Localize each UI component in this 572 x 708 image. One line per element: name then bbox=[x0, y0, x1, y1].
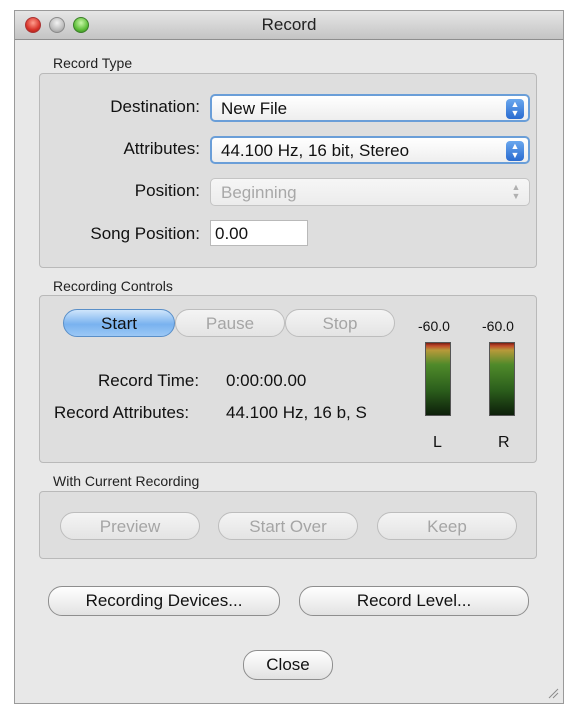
right-channel-label: R bbox=[498, 434, 510, 451]
select-arrows-icon: ▲ ▼ bbox=[506, 99, 524, 119]
record-attributes-value: 44.100 Hz, 16 b, S bbox=[226, 403, 367, 422]
current-recording-group: Preview Start Over Keep bbox=[39, 491, 537, 559]
position-select[interactable]: Beginning ▲ ▼ bbox=[210, 178, 530, 206]
destination-select[interactable]: New File ▲ ▼ bbox=[210, 94, 530, 122]
select-arrows-icon: ▲ ▼ bbox=[506, 141, 524, 161]
attributes-select[interactable]: 44.100 Hz, 16 bit, Stereo ▲ ▼ bbox=[210, 136, 530, 164]
left-level-meter bbox=[425, 342, 451, 416]
preview-button[interactable]: Preview bbox=[60, 512, 200, 540]
record-time-value: 0:00:00.00 bbox=[226, 371, 307, 390]
start-over-button[interactable]: Start Over bbox=[218, 512, 358, 540]
stop-button[interactable]: Stop bbox=[285, 309, 395, 337]
record-type-label: Record Type bbox=[53, 55, 133, 71]
keep-button[interactable]: Keep bbox=[377, 512, 517, 540]
destination-label: Destination: bbox=[110, 97, 200, 116]
left-meter-value: -60.0 bbox=[418, 318, 450, 334]
position-label: Position: bbox=[134, 181, 200, 200]
title-bar[interactable]: Record bbox=[15, 11, 563, 40]
right-meter-value: -60.0 bbox=[482, 318, 514, 334]
song-position-label: Song Position: bbox=[90, 224, 200, 243]
pause-button[interactable]: Pause bbox=[175, 309, 285, 337]
attributes-label: Attributes: bbox=[123, 139, 200, 158]
record-type-group: Destination: New File ▲ ▼ Attributes: 44.… bbox=[39, 73, 537, 268]
recording-controls-label: Recording Controls bbox=[53, 278, 173, 294]
recording-controls-group: Start Pause Stop Record Time: 0:00:00.00… bbox=[39, 295, 537, 463]
left-channel-label: L bbox=[433, 434, 442, 451]
current-recording-label: With Current Recording bbox=[53, 473, 200, 489]
right-level-meter bbox=[489, 342, 515, 416]
position-value: Beginning bbox=[221, 183, 297, 202]
record-time-label: Record Time: bbox=[98, 371, 200, 390]
record-level-button[interactable]: Record Level... bbox=[299, 586, 529, 616]
record-attributes-label: Record Attributes: bbox=[54, 403, 190, 422]
close-button[interactable]: Close bbox=[243, 650, 333, 680]
resize-grip-icon[interactable] bbox=[547, 687, 559, 699]
attributes-value: 44.100 Hz, 16 bit, Stereo bbox=[221, 141, 410, 160]
recording-devices-button[interactable]: Recording Devices... bbox=[48, 586, 280, 616]
song-position-field[interactable]: 0.00 bbox=[210, 220, 308, 246]
record-window: Record Record Type Destination: New File… bbox=[14, 10, 564, 704]
select-arrows-icon: ▲ ▼ bbox=[511, 182, 521, 201]
window-title: Record bbox=[261, 15, 317, 34]
destination-value: New File bbox=[221, 99, 288, 118]
start-button[interactable]: Start bbox=[63, 309, 175, 337]
